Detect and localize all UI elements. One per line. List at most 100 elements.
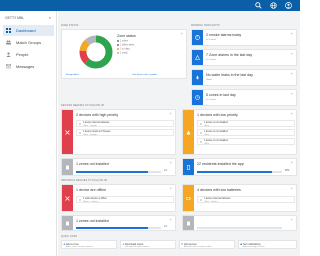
warning-title: No water leaks in the last day [206,73,253,77]
sub-title: 1 device is not installed [204,140,228,142]
offline-card[interactable]: 1 device are offline + 1 outlet device i… [61,184,176,212]
battery-icon [186,196,191,200]
sub-status-dot [200,141,203,144]
progress-value: 1/1 [164,170,168,172]
card-title: 2 devices with high priority [76,113,119,117]
user-icon[interactable] [285,2,292,9]
sub-item[interactable]: 1 outlet device is offline Kitchen · 1 de… [76,196,174,203]
sub-item[interactable]: 1 device is not installed Office [197,129,295,136]
sub-item[interactable]: 1 device found at 3 houses Office · 2 peo… [76,129,174,136]
sub-title: 1 outlet device is offline [83,198,107,200]
add-icon[interactable]: + [291,112,293,116]
water-drop-icon [196,75,199,80]
legend-item: 1 ready [117,52,128,55]
sub-item[interactable]: 1 device is not installed Office [197,138,295,145]
account-name: GETTY MBL [5,16,25,20]
warning-card[interactable]: 7 Zone alarms in the last day In 2 zones… [191,49,297,66]
manage-alerts-link[interactable]: Manage Alerts [66,74,79,76]
legend-item: 1 offline alerts [117,44,134,47]
sub-status-dot [79,123,82,126]
progress-bar [197,171,282,173]
residents-card[interactable]: 22 residents installed the app + 88% [182,158,297,176]
legend-label: 1 offline alerts [120,44,135,47]
add-icon[interactable]: + [291,92,293,96]
section-label-zone-status: ZONE STATUS [61,24,79,27]
sidebar-item-messages[interactable]: Messages [3,61,54,72]
neutral-strip [183,216,194,230]
priority-strip [183,110,194,154]
warning-sub: In 2 zones [206,59,217,61]
sidebar-item-label: Match Groups [16,40,42,45]
priority-strip [62,185,73,211]
sub-item[interactable]: 1 device is not installed Office [197,120,295,127]
sidebar-item-people[interactable]: People [3,49,54,60]
search-icon[interactable] [255,2,262,9]
add-icon[interactable]: + [291,187,293,191]
legend-item: 1 no data [117,48,130,51]
warning-icon [186,130,191,134]
info-strip [183,159,194,175]
not-installed-card[interactable]: 1 zones not installed + 1/1 [61,215,176,231]
sub-item[interactable]: 1 device has low batteries Office · 1 dev… [197,196,295,203]
device-card[interactable]: + [182,215,297,231]
view-problem-devices-link[interactable]: View devices with a problem [132,74,157,76]
progress-value: 88% [285,170,290,172]
quick-link-add-person[interactable]: Add person Add new user or remove admin [179,240,235,249]
not-installed-card[interactable]: 1 zones not installed + 1/1 [61,158,176,176]
add-icon[interactable]: + [291,161,293,165]
groups-icon [6,40,11,45]
warning-title: 5 zones in last day [206,93,236,97]
sub-detail: Office · 1 device [204,201,218,203]
zone-alarm-icon [195,55,200,60]
sidebar: GETTY MBL ▾ Dashboard Match Groups Peopl… [0,11,57,256]
add-icon[interactable]: + [291,72,293,76]
alarm-icon [195,35,200,40]
warning-title: 7 Zone alarms in the last day [206,53,253,57]
warning-sub: In 2 zones [206,39,217,41]
ready-dot [117,52,119,54]
add-icon[interactable]: + [291,218,293,222]
add-icon[interactable]: + [170,187,172,191]
progress-fill [76,171,149,173]
dashboard-icon [6,28,11,33]
add-icon[interactable]: + [170,218,172,222]
low-priority-card[interactable]: 1 devices with low priority + 1 device i… [182,109,297,155]
quick-link-sub: Add a zone or remove devices [66,245,94,248]
warning-title: 2 smoke alarms today [206,33,242,37]
add-icon[interactable]: + [170,112,172,116]
sub-detail: Kitchen · 1 device [83,201,99,203]
add-icon[interactable]: + [291,32,293,36]
sub-detail: Office · 2 people [83,125,97,127]
warning-card[interactable]: 5 zones in last day In 2 zones + [191,89,297,106]
phone-icon [186,164,191,170]
warning-card[interactable]: 2 smoke alarms today In 2 zones + [191,29,297,46]
quick-link-download-report[interactable]: Download report Get report of zone stati… [120,240,176,249]
warning-sub: In 2 zones [206,99,217,101]
sidebar-item-label: Messages [16,64,35,69]
neutral-strip [62,216,73,230]
section-label-quick-links: QUICK LINKS [61,235,78,238]
warning-strip [192,30,203,45]
warning-card[interactable]: No water leaks in the last day Good! + [191,69,297,86]
quick-link-notifications[interactable]: Set notifications Adjust warnings & aler… [238,240,297,249]
messages-icon [6,64,11,69]
add-icon[interactable]: + [291,52,293,56]
sidebar-item-match-groups[interactable]: Match Groups [3,37,54,48]
section-label-follow-up: DEVICES SEEKING TO FOLLOW UP [61,104,105,107]
add-icon[interactable]: + [170,161,172,165]
progress-value: 1/1 [164,226,168,228]
device-icon [187,221,190,225]
progress-bar [76,171,161,173]
add-icon[interactable]: + [181,32,183,36]
globe-icon[interactable] [270,2,277,9]
sub-item[interactable]: 1 device has low batteries Office · 2 peo… [76,120,174,127]
sidebar-item-dashboard[interactable]: Dashboard [3,25,54,36]
section-label-individual-devices: INDIVIDUAL DEVICES TO FOLLOW UP [61,179,108,182]
low-batteries-card[interactable]: 4 devices with low batteries + 1 device … [182,184,297,212]
high-priority-card[interactable]: 2 devices with high priority + 1 device … [61,109,176,155]
quick-link-add-zone[interactable]: Add a zone Add a zone or remove devices [61,240,117,249]
progress-fill [197,171,272,173]
warning-strip [192,70,203,85]
sub-title: 1 device found at 3 houses [83,131,111,133]
account-switcher[interactable]: GETTY MBL ▾ [0,14,57,24]
